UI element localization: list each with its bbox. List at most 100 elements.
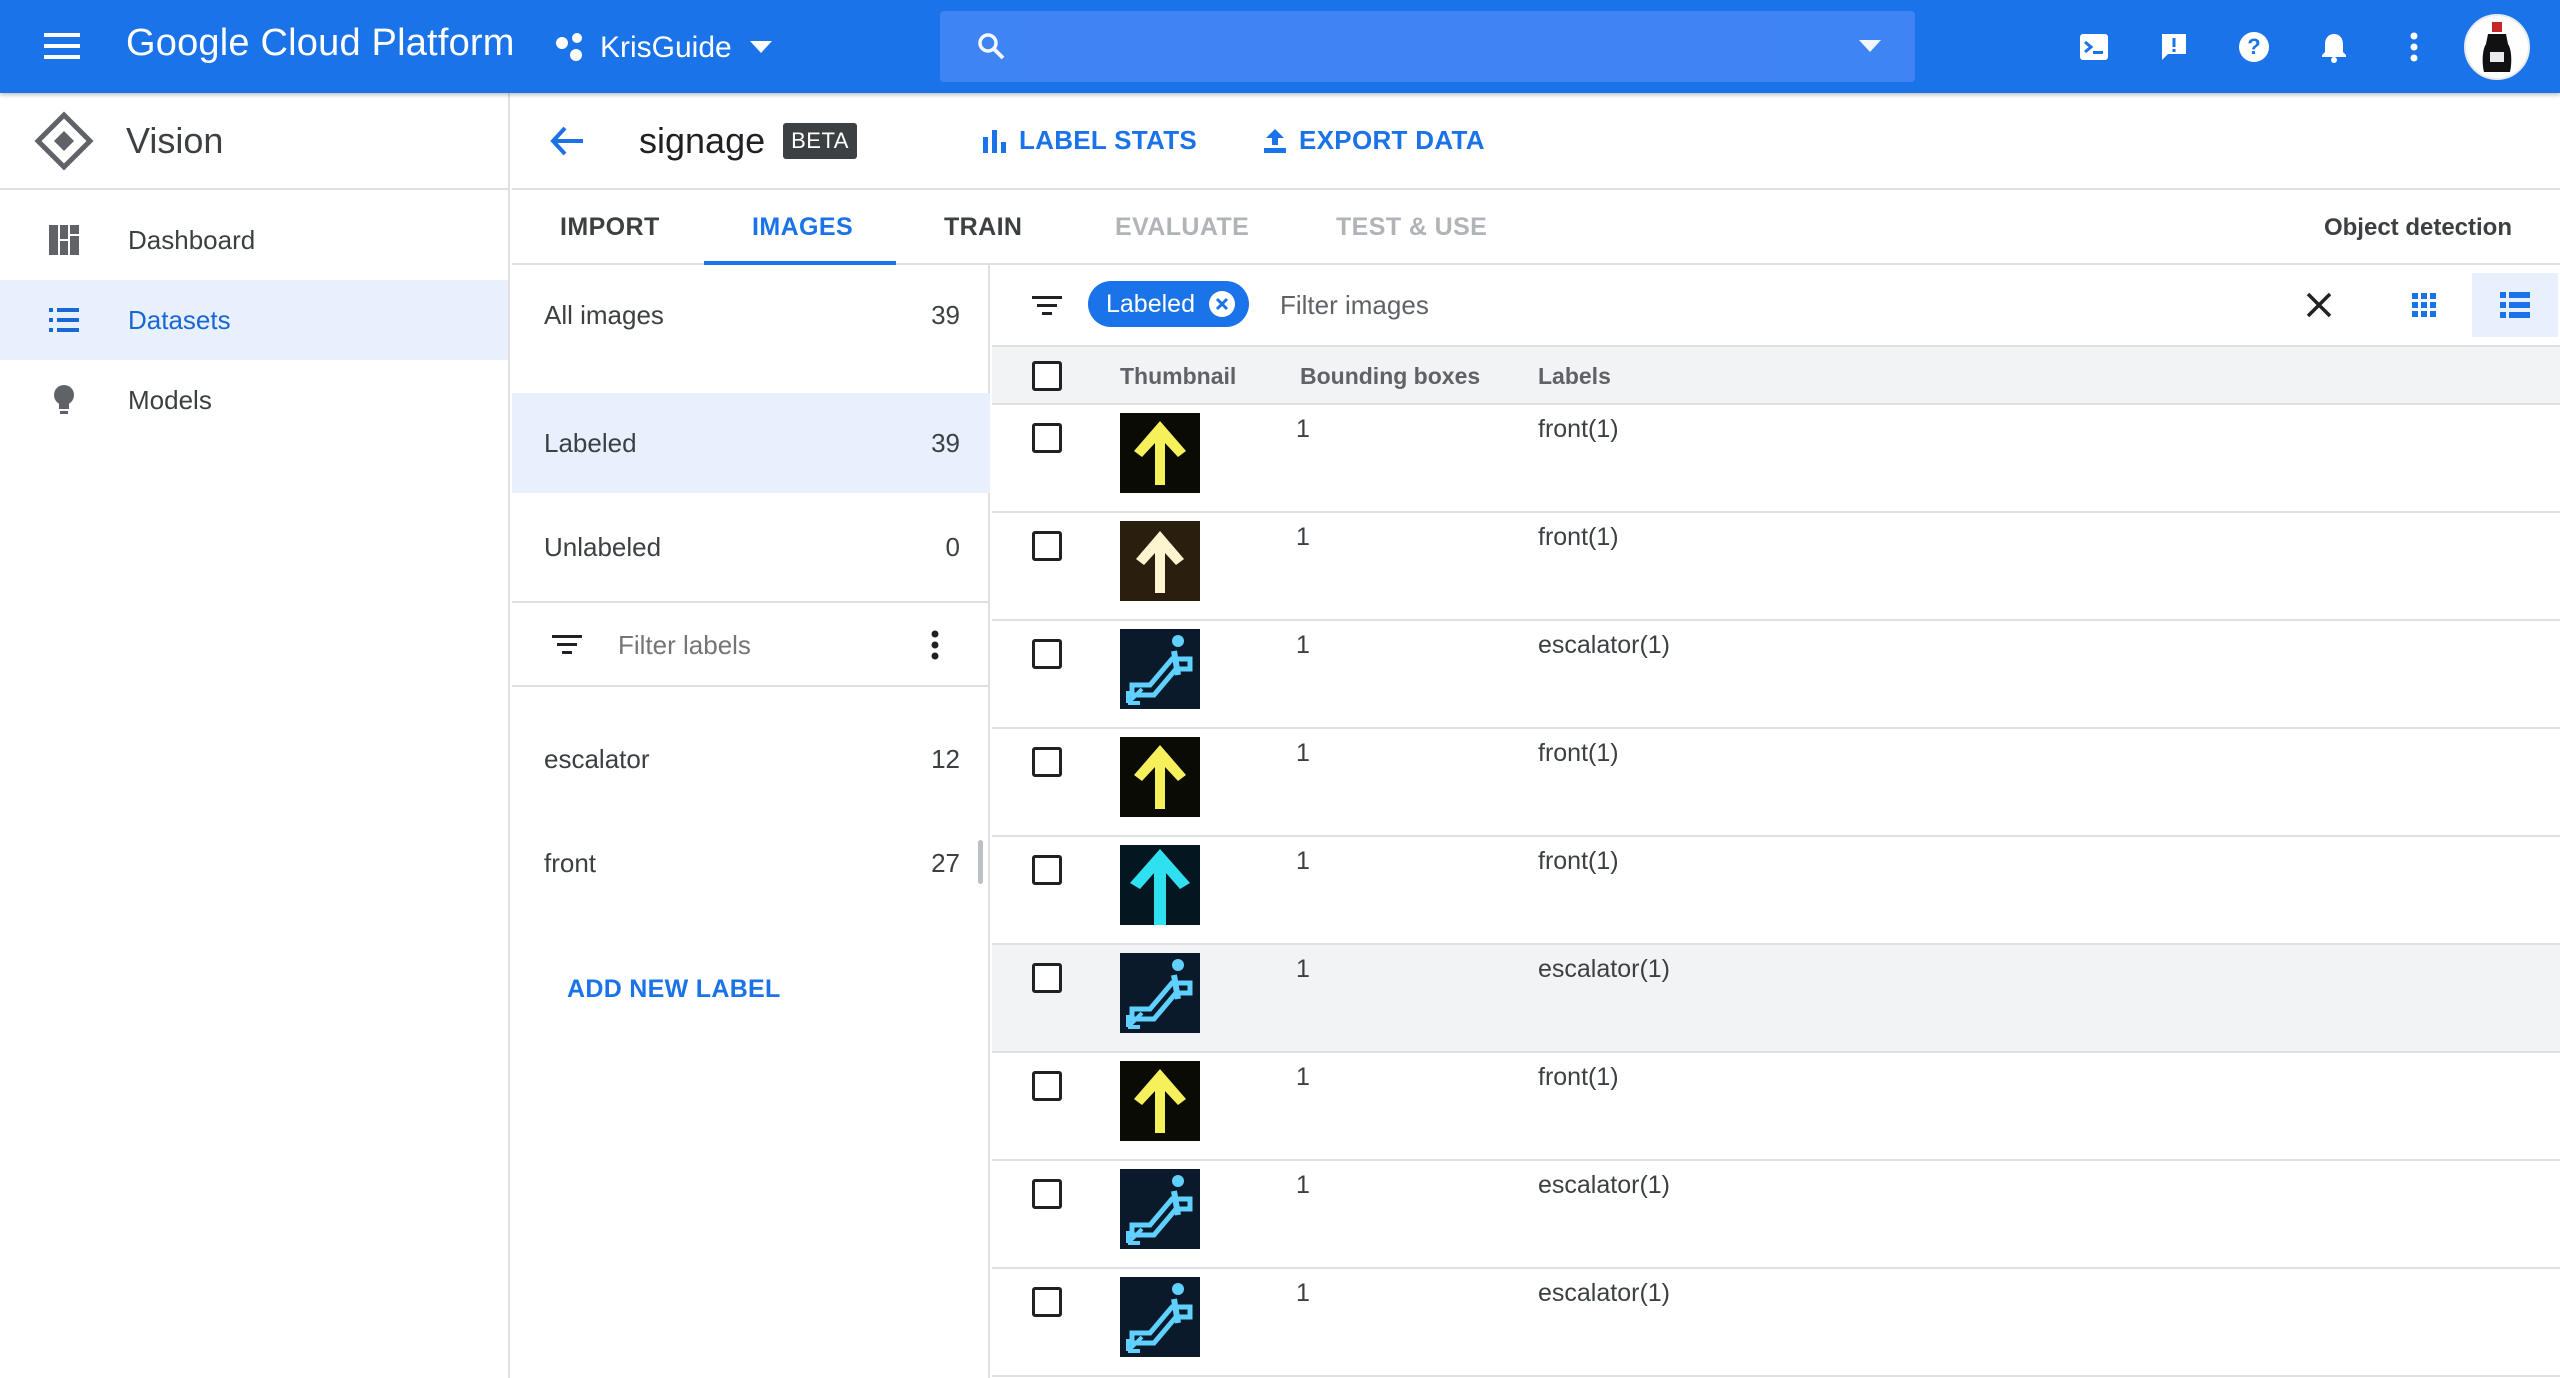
image-labels: front(1) xyxy=(1538,1063,1619,1091)
nav-item-label: Datasets xyxy=(128,304,231,335)
back-arrow-icon[interactable] xyxy=(547,121,587,161)
brand-title[interactable]: Google Cloud Platform xyxy=(126,22,515,65)
label-count: 12 xyxy=(931,743,960,774)
table-row[interactable]: 1 front(1) xyxy=(992,405,2560,513)
images-table-area: Labeled Thumbnail Bounding boxes Labels … xyxy=(992,265,2560,1378)
search-dropdown-icon[interactable] xyxy=(1859,40,1881,54)
table-row[interactable]: 1 front(1) xyxy=(992,729,2560,837)
filter-labels-input[interactable] xyxy=(618,625,908,665)
bounding-box-count: 1 xyxy=(1296,955,1310,983)
image-thumbnail[interactable] xyxy=(1120,1061,1200,1141)
tab-images[interactable]: IMAGES xyxy=(752,190,853,265)
bounding-box-count: 1 xyxy=(1296,1279,1310,1307)
notifications-bell-icon[interactable] xyxy=(2294,14,2374,80)
project-name: KrisGuide xyxy=(600,31,732,64)
table-row[interactable]: 1 front(1) xyxy=(992,837,2560,945)
more-vert-icon[interactable] xyxy=(930,630,940,660)
feedback-icon[interactable] xyxy=(2134,14,2214,80)
dataset-tabs: IMPORT IMAGES TRAIN EVALUATE TEST & USE xyxy=(512,190,2560,265)
bounding-box-count: 1 xyxy=(1296,847,1310,875)
tab-evaluate[interactable]: EVALUATE xyxy=(1115,190,1249,265)
image-labels: front(1) xyxy=(1538,739,1619,767)
cloud-shell-icon[interactable] xyxy=(2054,14,2134,80)
filter-list-icon[interactable] xyxy=(1032,295,1062,317)
label-stats-label: LABEL STATS xyxy=(1018,125,1198,155)
nav-item-dashboard[interactable]: Dashboard xyxy=(0,200,508,280)
account-avatar[interactable] xyxy=(2464,14,2530,80)
search-bar[interactable] xyxy=(940,11,1915,82)
image-labels: escalator(1) xyxy=(1538,1279,1670,1307)
filter-label: Unlabeled xyxy=(544,531,662,562)
labeled-filter-chip[interactable]: Labeled xyxy=(1088,281,1249,327)
nav-item-datasets[interactable]: Datasets xyxy=(0,280,508,360)
row-checkbox[interactable] xyxy=(1032,639,1062,669)
row-checkbox[interactable] xyxy=(1032,1071,1062,1101)
table-row[interactable]: 1 escalator(1) xyxy=(992,1161,2560,1269)
filter-labeled[interactable]: Labeled 39 xyxy=(512,393,990,493)
label-list-scrollbar[interactable] xyxy=(978,840,983,884)
table-header: Thumbnail Bounding boxes Labels xyxy=(992,347,2560,405)
bar-chart-icon xyxy=(979,125,1011,157)
image-thumbnail[interactable] xyxy=(1120,953,1200,1033)
add-new-label-button[interactable]: ADD NEW LABEL xyxy=(567,975,781,1004)
column-header-thumbnail[interactable]: Thumbnail xyxy=(1120,347,1236,405)
nav-item-models[interactable]: Models xyxy=(0,360,508,440)
table-row[interactable]: 1 front(1) xyxy=(992,1053,2560,1161)
hamburger-menu-icon[interactable] xyxy=(38,26,86,66)
label-stats-button[interactable]: LABEL STATS xyxy=(979,125,1197,157)
nav-item-label: Models xyxy=(128,384,212,415)
row-checkbox[interactable] xyxy=(1032,963,1062,993)
image-thumbnail[interactable] xyxy=(1120,845,1200,925)
filter-unlabeled[interactable]: Unlabeled 0 xyxy=(512,497,990,597)
nav-item-label: Dashboard xyxy=(128,224,256,255)
export-data-button[interactable]: EXPORT DATA xyxy=(1259,125,1485,157)
table-row[interactable]: 1 escalator(1) xyxy=(992,1269,2560,1377)
divider xyxy=(512,685,990,687)
table-row[interactable]: 1 escalator(1) xyxy=(992,621,2560,729)
beta-badge: BETA xyxy=(783,122,857,159)
label-name: escalator xyxy=(544,743,650,774)
lightbulb-icon xyxy=(44,380,84,420)
row-checkbox[interactable] xyxy=(1032,1287,1062,1317)
clear-filters-icon[interactable] xyxy=(2299,285,2339,325)
bounding-box-count: 1 xyxy=(1296,739,1310,767)
column-header-bounding-boxes[interactable]: Bounding boxes xyxy=(1300,347,1480,405)
upload-icon xyxy=(1259,125,1291,157)
label-row-escalator[interactable]: escalator 12 xyxy=(512,709,990,809)
project-selector[interactable]: KrisGuide xyxy=(556,28,772,68)
divider xyxy=(512,601,990,603)
table-row[interactable]: 1 front(1) xyxy=(992,513,2560,621)
grid-view-icon[interactable] xyxy=(2402,283,2446,327)
column-header-labels[interactable]: Labels xyxy=(1538,347,1611,405)
table-row[interactable]: 1 escalator(1) xyxy=(992,945,2560,1053)
product-header: Vision xyxy=(0,93,508,190)
tab-test-and-use[interactable]: TEST & USE xyxy=(1336,190,1487,265)
row-checkbox[interactable] xyxy=(1032,747,1062,777)
label-row-front[interactable]: front 27 xyxy=(512,813,990,913)
export-data-label: EXPORT DATA xyxy=(1299,125,1485,155)
filter-count: 39 xyxy=(931,299,960,330)
row-checkbox[interactable] xyxy=(1032,423,1062,453)
row-checkbox[interactable] xyxy=(1032,855,1062,885)
image-thumbnail[interactable] xyxy=(1120,629,1200,709)
filter-all-images[interactable]: All images 39 xyxy=(512,265,990,365)
chip-remove-icon[interactable] xyxy=(1208,291,1235,317)
label-count: 27 xyxy=(931,847,960,878)
more-vert-icon[interactable] xyxy=(2374,14,2454,80)
image-thumbnail[interactable] xyxy=(1120,737,1200,817)
list-view-icon[interactable] xyxy=(2472,273,2558,337)
image-thumbnail[interactable] xyxy=(1120,1169,1200,1249)
project-dots-icon xyxy=(556,33,586,63)
left-navigation: Vision Dashboard Datasets Models xyxy=(0,93,510,1378)
help-icon[interactable]: ? xyxy=(2214,14,2294,80)
select-all-checkbox[interactable] xyxy=(1032,361,1062,391)
tab-train[interactable]: TRAIN xyxy=(944,190,1022,265)
bounding-box-count: 1 xyxy=(1296,1063,1310,1091)
image-thumbnail[interactable] xyxy=(1120,1277,1200,1357)
tab-import[interactable]: IMPORT xyxy=(560,190,660,265)
image-thumbnail[interactable] xyxy=(1120,413,1200,493)
image-thumbnail[interactable] xyxy=(1120,521,1200,601)
row-checkbox[interactable] xyxy=(1032,1179,1062,1209)
row-checkbox[interactable] xyxy=(1032,531,1062,561)
filter-images-input[interactable] xyxy=(1280,285,2180,325)
